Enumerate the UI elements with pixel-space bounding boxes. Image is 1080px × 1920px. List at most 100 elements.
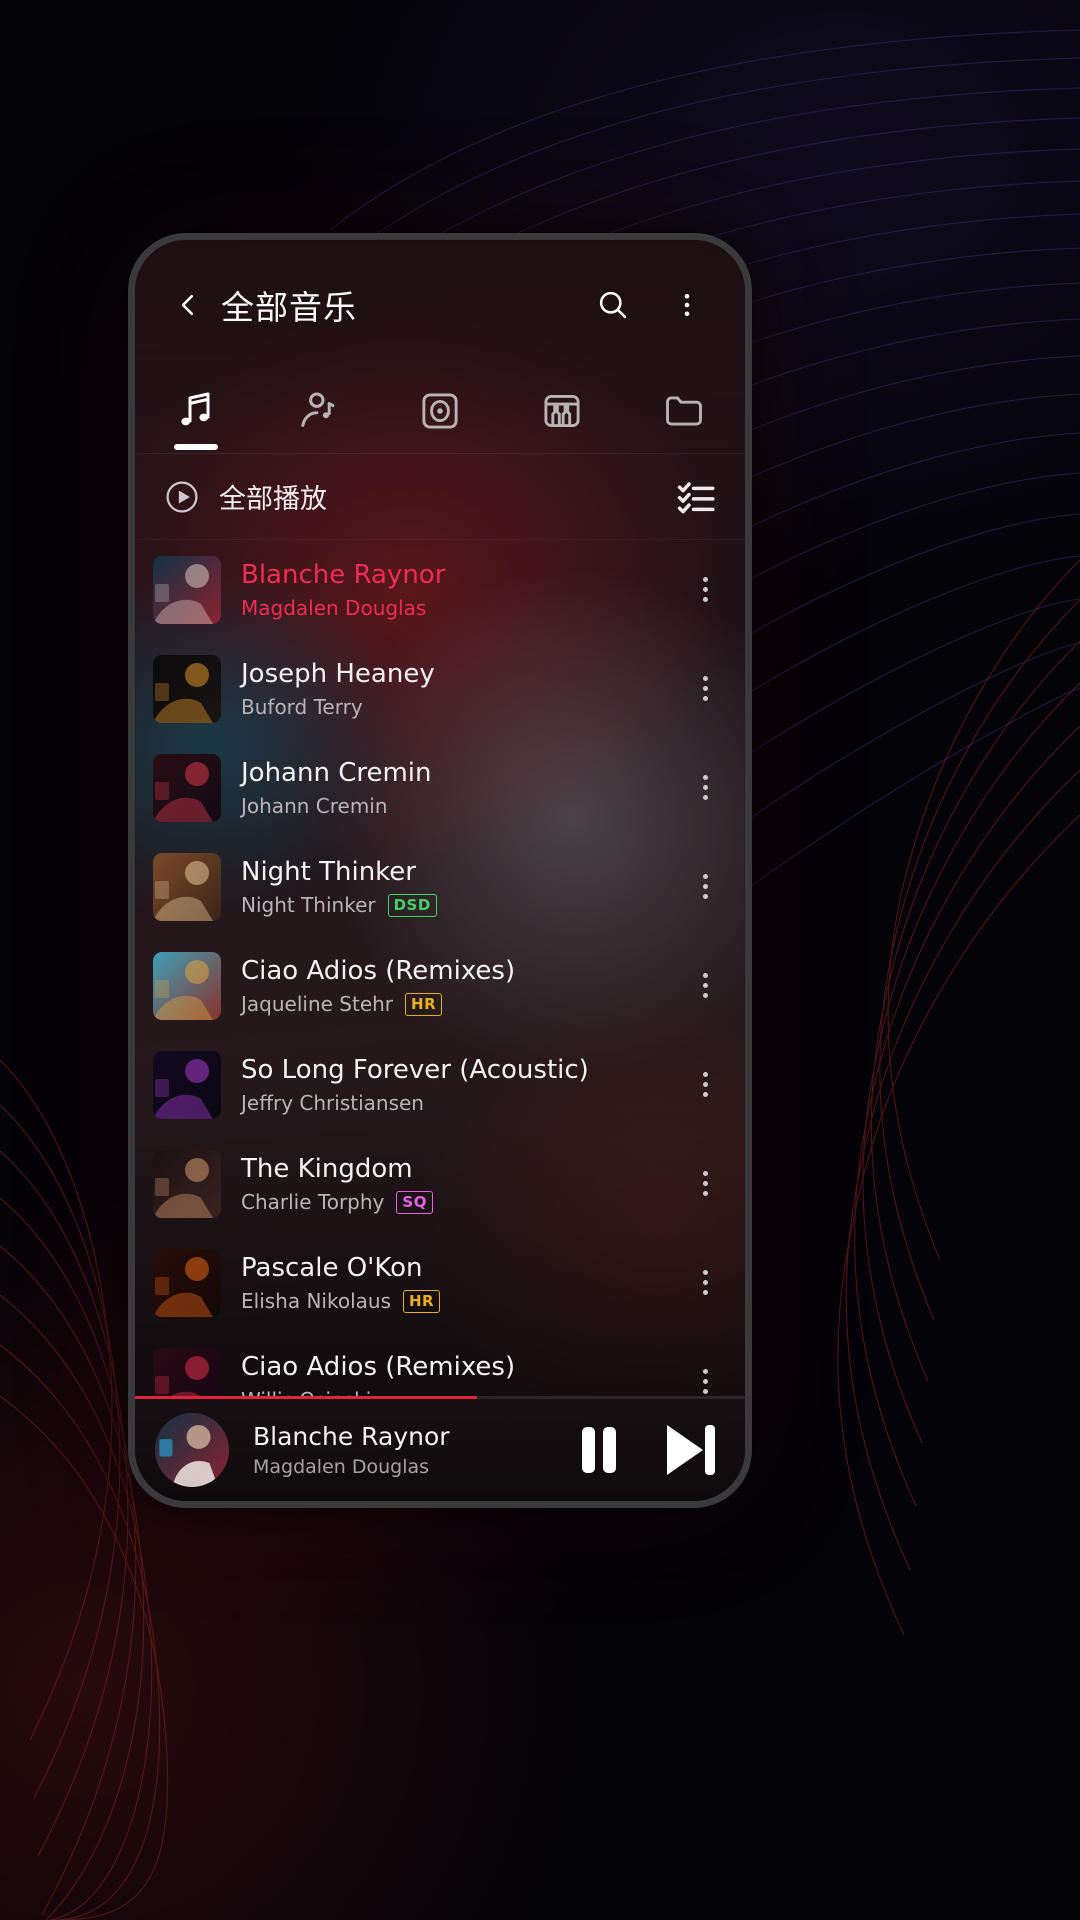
song-title: Ciao Adios (Remixes) [241,955,516,986]
song-overflow-button[interactable] [679,659,731,719]
multi-select-button[interactable] [675,476,717,518]
song-overflow-button[interactable] [679,956,731,1016]
song-row[interactable]: Ciao Adios (Remixes)Willis Osinski [135,1332,745,1399]
song-subline: Johann Cremin [241,794,679,819]
song-title: Night Thinker [241,856,416,887]
more-vertical-icon [702,983,708,988]
artwork-thumbnail [153,555,221,624]
more-vertical-icon [702,993,708,998]
song-title: Pascale O'Kon [241,1252,423,1283]
quality-badge: HR [405,992,443,1016]
artwork-thumbnail [153,852,221,921]
quality-badge: HR [403,1289,441,1313]
song-row[interactable]: Blanche Raynor Magdalen Douglas [135,540,745,639]
active-tab-indicator [174,443,218,450]
phone-device-frame: 全部音乐 全部播放 Blanche Raynor Magdalen Dougla… [128,233,752,1508]
more-vertical-icon [702,1379,708,1384]
more-vertical-icon [702,1181,708,1186]
song-row[interactable]: Night Thinker Night Thinker DSD [135,837,745,936]
more-vertical-icon [702,1191,708,1196]
song-artist: Elisha Nikolaus [241,1288,391,1313]
song-overflow-button[interactable] [679,1154,731,1214]
artwork-thumbnail [153,1347,221,1399]
tab-folders[interactable] [623,368,745,454]
more-vertical-icon [702,884,708,889]
artwork-thumbnail [153,951,221,1020]
tab-songs[interactable] [135,368,257,454]
piano-icon [544,394,580,427]
quality-badge: SQ [396,1190,433,1214]
pause-icon [582,1427,616,1473]
artwork-thumbnail [153,1248,221,1317]
song-row[interactable]: Johann Cremin Johann Cremin [135,738,745,837]
song-meta: So Long Forever (Acoustic) Jeffry Christi… [241,1054,679,1116]
play-all-row[interactable]: 全部播放 [135,454,745,540]
song-subline: Jeffry Christiansen [241,1091,679,1116]
song-row[interactable]: Joseph Heaney Buford Terry [135,639,745,738]
music-note-icon [181,392,210,425]
artist-icon [301,392,335,427]
quality-badge: DSD [387,893,437,917]
song-title: Blanche Raynor [241,559,446,590]
song-artist: Jeffry Christiansen [241,1090,424,1115]
mini-player-title: Blanche Raynor [253,1422,450,1451]
song-artist: Charlie Torphy [241,1189,385,1214]
more-vertical-icon [702,785,708,790]
tab-artists[interactable] [257,368,379,454]
song-artwork [153,852,221,921]
song-artwork [153,753,221,822]
more-vertical-icon [702,1270,708,1275]
search-button[interactable] [587,279,639,331]
artwork-thumbnail [153,654,221,723]
song-artwork [153,951,221,1020]
more-vertical-icon [702,1072,708,1077]
song-row[interactable]: Ciao Adios (Remixes) Jaqueline Stehr HR [135,936,745,1035]
song-overflow-button[interactable] [679,1055,731,1115]
song-title: Joseph Heaney [241,658,435,689]
next-track-button[interactable] [661,1421,719,1479]
song-artist: Night Thinker [241,892,376,917]
song-row[interactable]: Pascale O'Kon Elisha Nikolaus HR [135,1233,745,1332]
app-header: 全部音乐 [135,240,745,370]
more-vertical-icon [702,676,708,681]
folder-icon [666,396,702,425]
more-vertical-icon [702,587,708,592]
pause-button[interactable] [571,1422,627,1478]
song-overflow-button[interactable] [679,758,731,818]
song-subline: Jaqueline Stehr HR [241,992,679,1017]
overflow-menu-button[interactable] [661,279,713,331]
song-overflow-button[interactable] [679,1352,731,1400]
song-title: Johann Cremin [241,757,432,788]
song-overflow-button[interactable] [679,857,731,917]
song-overflow-button[interactable] [679,560,731,620]
more-vertical-icon [702,1389,708,1394]
song-title: So Long Forever (Acoustic) [241,1054,589,1085]
more-vertical-icon [702,696,708,701]
song-artwork [153,654,221,723]
artwork-thumbnail [153,1149,221,1218]
song-subline: Magdalen Douglas [241,596,679,621]
song-title: Ciao Adios (Remixes) [241,1351,516,1382]
tab-genres[interactable] [501,368,623,454]
mini-player-artist: Magdalen Douglas [253,1456,430,1478]
song-list[interactable]: Blanche Raynor Magdalen Douglas Joseph Hea… [135,540,745,1399]
song-meta: Night Thinker Night Thinker DSD [241,856,679,918]
tab-albums[interactable] [379,368,501,454]
song-artist: Buford Terry [241,694,363,719]
song-artwork [153,1149,221,1218]
song-row[interactable]: So Long Forever (Acoustic) Jeffry Christi… [135,1035,745,1134]
song-artwork [153,1050,221,1119]
more-vertical-icon [684,293,690,317]
header-actions [587,279,719,331]
play-circle-icon [166,480,198,513]
mini-player-artwork[interactable] [155,1413,229,1487]
checklist-icon [677,481,715,513]
song-row[interactable]: The Kingdom Charlie Torphy SQ [135,1134,745,1233]
more-vertical-icon [702,1369,708,1374]
song-meta: Ciao Adios (Remixes)Willis Osinski [241,1351,679,1400]
song-title: The Kingdom [241,1153,413,1184]
more-vertical-icon [702,874,708,879]
next-track-icon [667,1425,715,1475]
back-button[interactable] [161,278,215,332]
song-overflow-button[interactable] [679,1253,731,1313]
